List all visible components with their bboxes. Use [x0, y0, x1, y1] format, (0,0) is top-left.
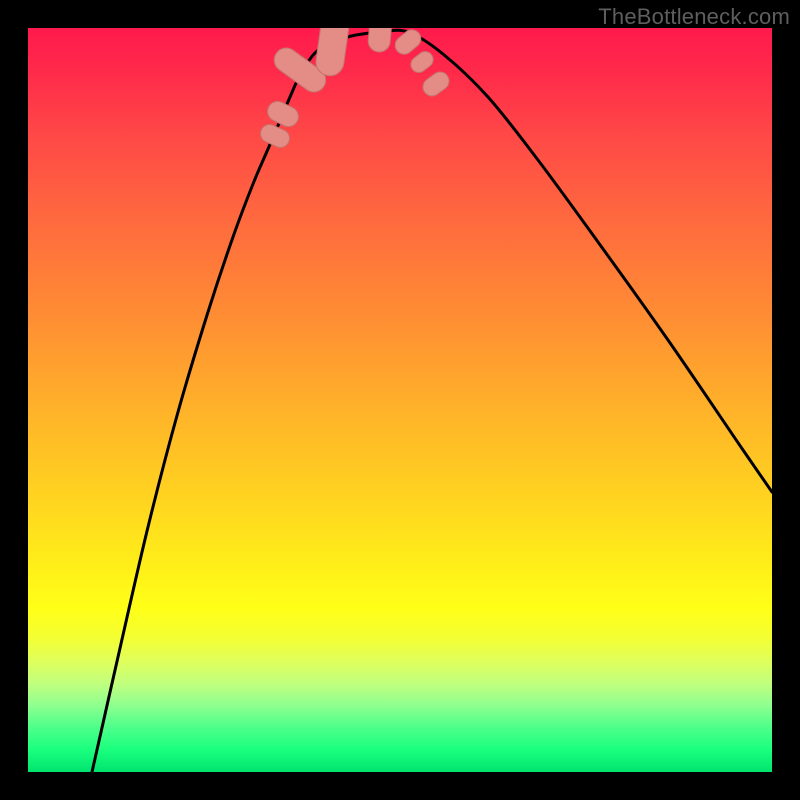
chart-frame: TheBottleneck.com: [0, 0, 800, 800]
plot-area: [28, 28, 772, 772]
markers-group: [258, 28, 453, 150]
curve-marker: [314, 28, 352, 78]
curve-marker: [408, 48, 437, 75]
curve-group: [92, 30, 772, 772]
bottleneck-curve: [92, 30, 772, 772]
chart-svg: [28, 28, 772, 772]
watermark-text: TheBottleneck.com: [598, 4, 790, 30]
curve-marker: [367, 28, 392, 53]
curve-marker: [419, 68, 452, 99]
